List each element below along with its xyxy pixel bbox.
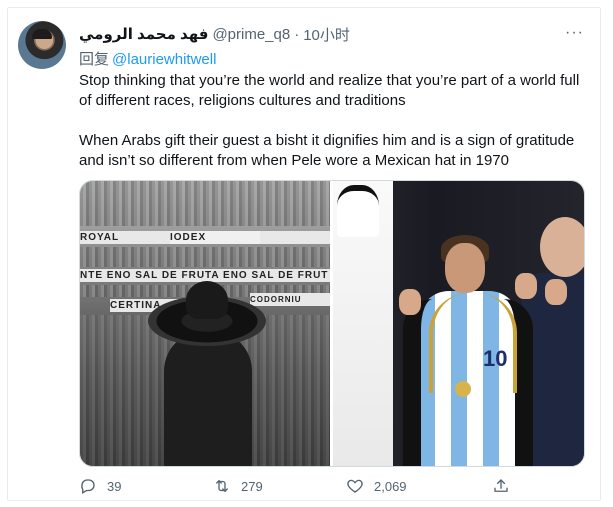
hand [515,273,537,299]
replying-label: 回复 [79,51,110,68]
stadium-banner: IODEX [170,231,260,244]
avatar[interactable] [18,21,66,69]
face [445,243,485,293]
display-name[interactable]: فهد محمد الرومي [79,25,208,43]
tweet-paragraph: When Arabs gift their guest a bisht it d… [79,132,575,169]
like-count: 2,069 [374,478,407,494]
action-bar: 39 279 2,069 [79,477,519,497]
hand [399,289,421,315]
separator-dot: · [294,25,300,43]
heart-icon [347,479,363,493]
share-icon [494,479,508,492]
stadium-banner: CODORNIU [250,293,330,306]
sombrero-crown [186,281,228,319]
media-grid: ROYAL IODEX NTE ENO SAL DE FRUTA ENO SAL… [79,180,585,467]
like-button[interactable]: 2,069 [346,477,407,495]
crowd-texture [80,247,330,267]
user-handle[interactable]: @prime_q8 [212,26,290,43]
photo-messi-bisht[interactable]: 10 [333,181,584,466]
hand [545,279,567,305]
replying-to: 回复 @lauriewhitwell [79,48,216,69]
reply-count: 39 [107,478,122,494]
retweet-button[interactable]: 279 [213,477,263,495]
shirt-number: 10 [483,346,508,371]
timestamp[interactable]: 10小时 [303,24,350,45]
tweet-card[interactable]: فهد محمد الرومي @prime_q8 · 10小时 ··· 回复 @… [7,7,601,501]
retweet-icon [216,480,228,492]
tweet-paragraph: Stop thinking that you’re the world and … [79,72,580,109]
tweet-text: Stop thinking that you’re the world and … [79,71,589,171]
tweet-header: فهد محمد الرومي @prime_q8 · 10小时 [79,24,350,44]
reply-icon [81,479,95,494]
gold-medal [455,381,471,397]
crowd-texture [80,181,330,226]
photo-pele-sombrero[interactable]: ROYAL IODEX NTE ENO SAL DE FRUTA ENO SAL… [80,181,330,466]
replying-to-user-link[interactable]: @lauriewhitwell [112,51,216,68]
retweet-count: 279 [241,478,263,494]
avatar-cap-shape [32,29,52,39]
share-button[interactable] [492,477,520,495]
more-dots-icon[interactable]: ··· [565,24,584,42]
headdress [337,185,379,237]
gold-trim [429,293,517,393]
person-figure [164,331,252,466]
reply-button[interactable]: 39 [79,477,121,495]
bald-head [540,217,584,277]
